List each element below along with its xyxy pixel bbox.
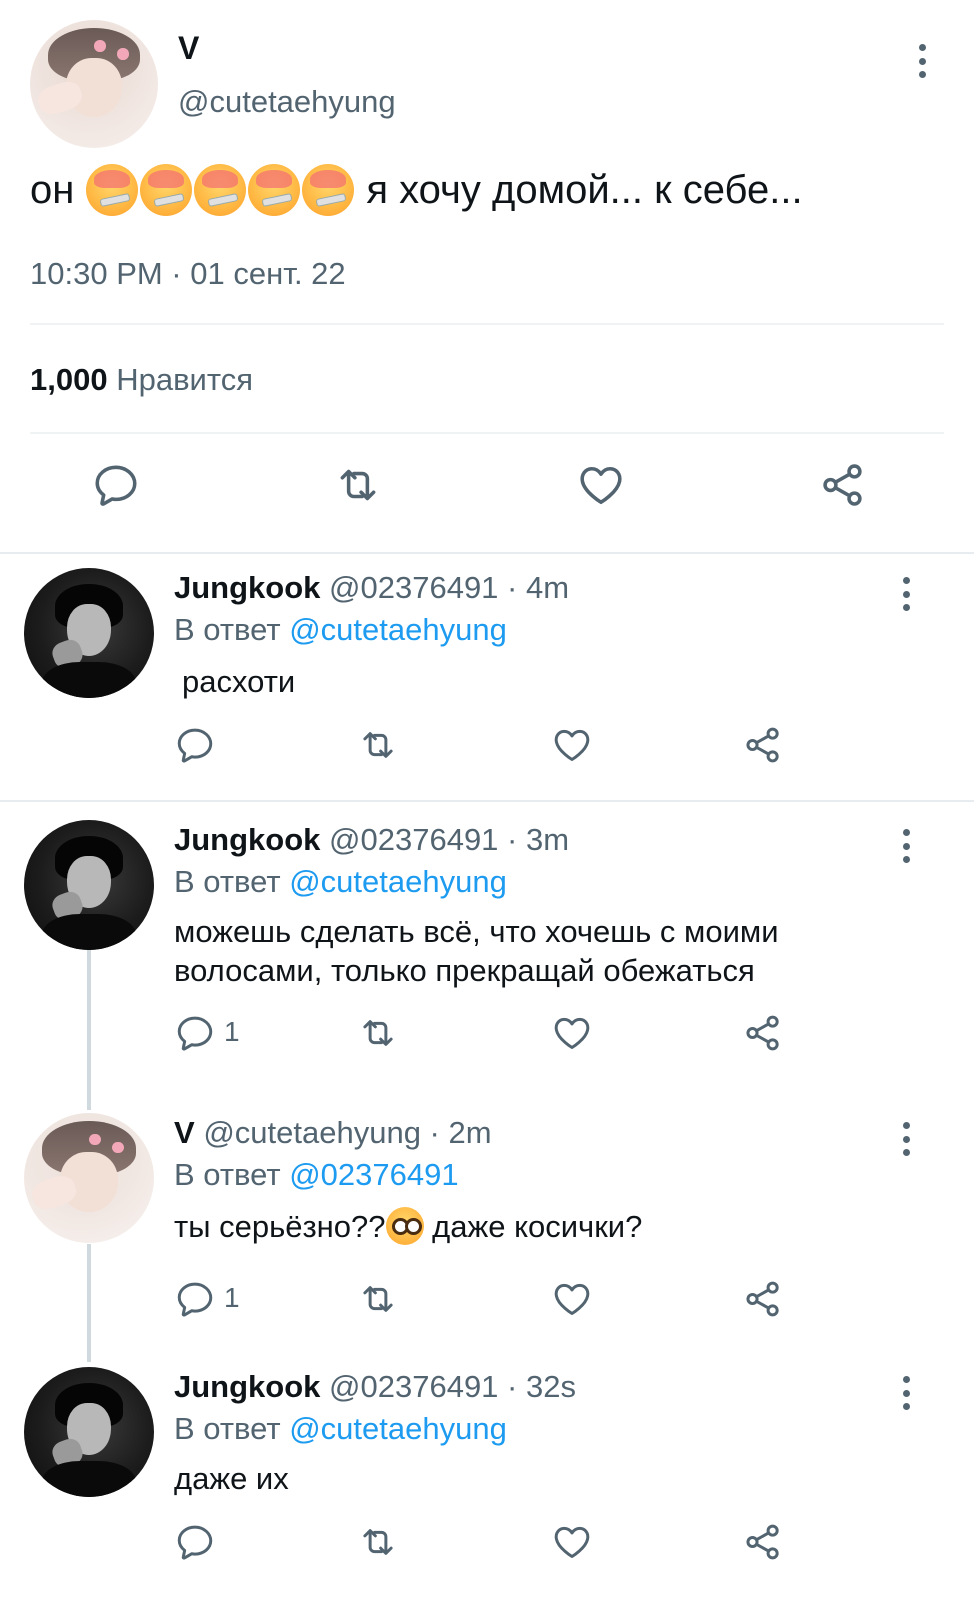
- author-name[interactable]: V: [174, 1115, 195, 1150]
- replying-to: В ответ @cutetaehyung: [174, 1411, 507, 1447]
- hot-face-emoji-icon: [140, 164, 193, 216]
- author-handle-time: @cutetaehyung · 2m: [203, 1115, 492, 1150]
- avatar-hand: [34, 77, 85, 119]
- retweet-icon[interactable]: [357, 1012, 399, 1054]
- reply-tweet: Jungkook @02376491 · 32s В ответ @cuteta…: [0, 1353, 974, 1600]
- avatar[interactable]: [24, 820, 154, 950]
- author-handle-time: @02376491 · 4m: [329, 570, 570, 605]
- retweet-icon[interactable]: [333, 460, 383, 510]
- reply-count: 1: [224, 1282, 240, 1313]
- mention-link[interactable]: @cutetaehyung: [289, 612, 507, 647]
- divider: [30, 432, 944, 434]
- likes-count: 1,000: [30, 362, 108, 397]
- reply-header: V @cutetaehyung · 2m: [174, 1115, 492, 1151]
- reply-icon[interactable]: [174, 1521, 216, 1563]
- more-options-icon[interactable]: [900, 1376, 912, 1410]
- tweet-timestamp[interactable]: 10:30 PM · 01 сент. 22: [30, 256, 346, 292]
- likes-label: Нравится: [116, 362, 253, 397]
- like-icon[interactable]: [551, 1278, 593, 1320]
- avatar-shirt: [42, 661, 136, 698]
- reply-text: можешь сделать всё, что хочешь с моими в…: [174, 912, 779, 990]
- reply-prefix: В ответ: [174, 612, 281, 647]
- likes-stat[interactable]: 1,000 Нравится: [30, 362, 253, 398]
- reply-text-start: ты серьёзно??: [174, 1209, 386, 1244]
- replying-to: В ответ @02376491: [174, 1157, 459, 1193]
- hot-face-emoji-icon: [302, 164, 355, 216]
- more-options-icon[interactable]: [900, 829, 912, 863]
- reply-text: ты серьёзно?? даже косички?: [174, 1207, 642, 1246]
- more-options-icon[interactable]: [916, 44, 928, 78]
- avatar-shirt: [42, 913, 136, 950]
- reply-prefix: В ответ: [174, 1411, 281, 1446]
- mention-link[interactable]: @cutetaehyung: [289, 1411, 507, 1446]
- like-icon[interactable]: [551, 724, 593, 766]
- avatar-shirt: [42, 1460, 136, 1497]
- retweet-icon[interactable]: [357, 1278, 399, 1320]
- reply-text-end: даже косички?: [432, 1209, 643, 1244]
- mention-link[interactable]: @02376491: [289, 1157, 458, 1192]
- tweet-text-end: я хочу домой... к себе...: [366, 167, 803, 212]
- like-icon[interactable]: [551, 1521, 593, 1563]
- author-name[interactable]: Jungkook: [174, 1369, 320, 1404]
- tweet-text-start: он: [30, 167, 75, 212]
- share-icon[interactable]: [742, 1012, 784, 1054]
- reply-icon[interactable]: [91, 460, 141, 510]
- reply-header: Jungkook @02376491 · 4m: [174, 570, 569, 606]
- divider: [30, 323, 944, 325]
- replying-to: В ответ @cutetaehyung: [174, 864, 507, 900]
- hot-face-emoji-icon: [194, 164, 247, 216]
- share-icon[interactable]: [742, 1521, 784, 1563]
- author-handle-time: @02376491 · 3m: [329, 822, 570, 857]
- reply-header: Jungkook @02376491 · 3m: [174, 822, 569, 858]
- retweet-icon[interactable]: [357, 1521, 399, 1563]
- main-tweet: V @cutetaehyung он я хочу домой... к себ…: [0, 0, 974, 552]
- avatar-hairclip: [89, 1133, 101, 1146]
- reply-tweet: Jungkook @02376491 · 3m В ответ @cutetae…: [0, 800, 974, 1093]
- author-name[interactable]: Jungkook: [174, 570, 320, 605]
- reply-prefix: В ответ: [174, 864, 281, 899]
- reply-tweet: Jungkook @02376491 · 4m В ответ @cutetae…: [0, 552, 974, 800]
- reply-icon[interactable]: [174, 1012, 216, 1054]
- avatar-hairclip: [94, 40, 106, 52]
- pleading-face-emoji-icon: [385, 1207, 424, 1245]
- emoji-group: [86, 164, 355, 216]
- author-handle-time: @02376491 · 32s: [329, 1369, 576, 1404]
- reply-icon[interactable]: [174, 1278, 216, 1320]
- reply-text-line: волосами, только прекращай обежаться: [174, 953, 755, 988]
- hot-face-emoji-icon: [86, 164, 139, 216]
- mention-link[interactable]: @cutetaehyung: [289, 864, 507, 899]
- like-icon[interactable]: [576, 460, 626, 510]
- author-name[interactable]: Jungkook: [174, 822, 320, 857]
- tweet-text: он я хочу домой... к себе...: [30, 164, 803, 216]
- share-icon[interactable]: [818, 460, 868, 510]
- more-options-icon[interactable]: [900, 577, 912, 611]
- avatar-hairclip: [117, 48, 129, 60]
- reply-text-line: можешь сделать всё, что хочешь с моими: [174, 914, 779, 949]
- reply-tweet: V @cutetaehyung · 2m В ответ @02376491 т…: [0, 1093, 974, 1353]
- hot-face-emoji-icon: [248, 164, 301, 216]
- share-icon[interactable]: [742, 724, 784, 766]
- more-options-icon[interactable]: [900, 1122, 912, 1156]
- author-handle[interactable]: @cutetaehyung: [178, 84, 396, 120]
- avatar[interactable]: [24, 1113, 154, 1243]
- retweet-icon[interactable]: [357, 724, 399, 766]
- author-name[interactable]: V: [178, 30, 199, 67]
- share-icon[interactable]: [742, 1278, 784, 1320]
- reply-prefix: В ответ: [174, 1157, 281, 1192]
- reply-icon[interactable]: [174, 724, 216, 766]
- reply-header: Jungkook @02376491 · 32s: [174, 1369, 576, 1405]
- reply-count: 1: [224, 1016, 240, 1047]
- reply-text: даже их: [174, 1461, 289, 1496]
- avatar[interactable]: [30, 20, 158, 148]
- like-icon[interactable]: [551, 1012, 593, 1054]
- replying-to: В ответ @cutetaehyung: [174, 612, 507, 648]
- avatar[interactable]: [24, 1367, 154, 1497]
- reply-text: расхоти: [182, 664, 296, 699]
- avatar[interactable]: [24, 568, 154, 698]
